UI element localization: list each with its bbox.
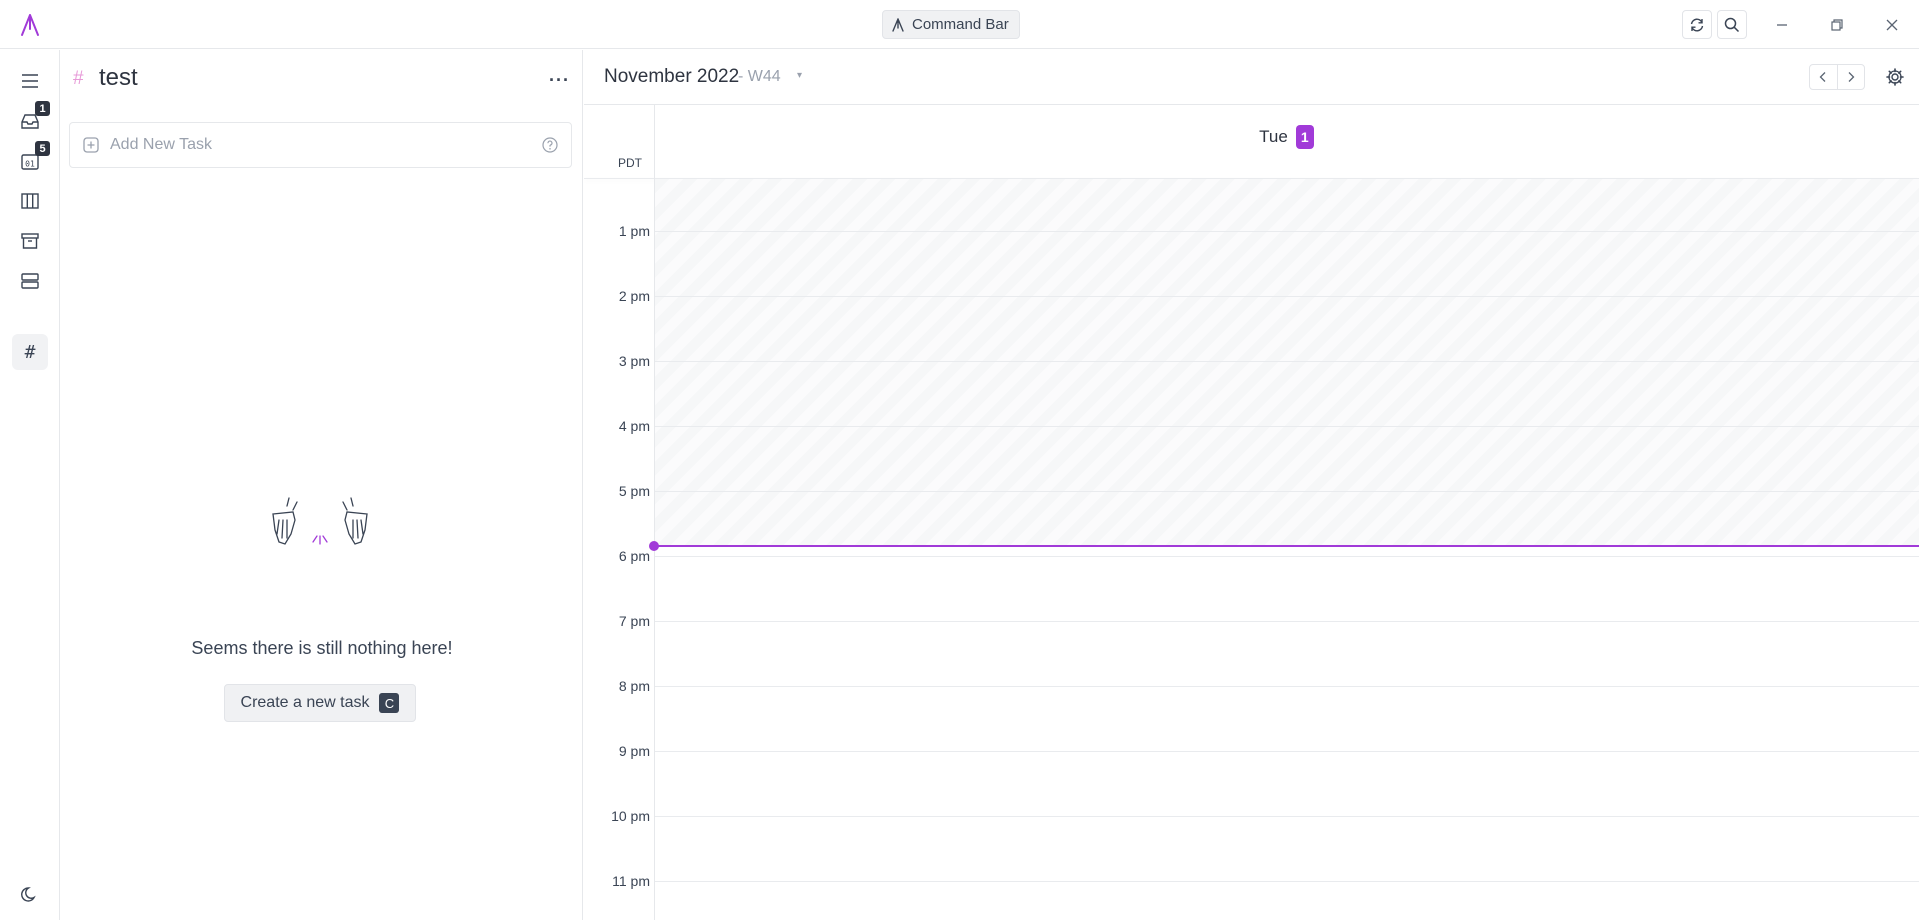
create-task-button[interactable]: Create a new task C (224, 684, 416, 722)
hour-line (655, 621, 1919, 622)
hour-label: 10 pm (611, 808, 650, 824)
empty-state-message: Seems there is still nothing here! (191, 638, 453, 658)
hour-line (655, 426, 1919, 427)
today-icon-text: 01 (25, 160, 35, 169)
hour-label: 6 pm (618, 548, 650, 564)
minimize-icon (1777, 23, 1787, 26)
hour-label: 9 pm (618, 743, 650, 759)
close-window-button[interactable] (1877, 10, 1907, 39)
more-options-button[interactable]: ··· (549, 70, 570, 91)
theme-toggle-button[interactable] (12, 876, 48, 912)
calendar-header: November 2022 - W44 ▾ (584, 50, 1919, 105)
command-bar-icon (892, 17, 904, 32)
current-time-dot (649, 541, 659, 551)
previous-day-button[interactable] (1810, 65, 1838, 89)
plus-square-icon (83, 137, 99, 153)
hour-line (655, 231, 1919, 232)
today-nav-item[interactable]: 01 5 (12, 141, 50, 179)
minimize-button[interactable] (1767, 10, 1797, 39)
hour-label: 3 pm (618, 353, 650, 369)
chevron-right-icon (1848, 72, 1855, 82)
day-name: Tue (1259, 127, 1288, 146)
calendar-week[interactable]: - W44 (738, 68, 781, 86)
gear-icon[interactable] (1884, 66, 1906, 88)
calendar-navigation (1809, 64, 1865, 90)
calendar-month[interactable]: November 2022 (604, 66, 739, 88)
hour-line (655, 686, 1919, 687)
search-button[interactable] (1717, 10, 1747, 39)
time-grid[interactable]: 1 pm 2 pm 3 pm 4 pm 5 pm 6 pm 7 pm 8 pm 9 pm 10 p… (584, 105, 1919, 920)
moon-icon (21, 887, 36, 902)
hour-line (655, 751, 1919, 752)
command-bar-label: Command Bar (912, 16, 1009, 33)
calendar-panel: November 2022 - W44 ▾ Tue 1 PDT 1 pm 2 p… (584, 50, 1919, 920)
archive-icon (21, 233, 39, 249)
hour-label: 1 pm (618, 223, 650, 239)
search-icon (1724, 17, 1740, 32)
list-header: # test ··· (61, 50, 582, 112)
hour-label: 8 pm (618, 678, 650, 694)
hour-line (655, 361, 1919, 362)
add-task-input[interactable] (110, 136, 541, 154)
hash-icon: # (24, 341, 36, 363)
help-circle-icon[interactable] (541, 136, 559, 154)
current-time-line (655, 545, 1919, 547)
list-hash-icon: # (73, 68, 84, 89)
chevron-left-icon (1819, 72, 1826, 82)
channel-nav-item[interactable]: # (12, 334, 48, 370)
next-day-button[interactable] (1838, 65, 1865, 89)
command-bar-button[interactable]: Command Bar (882, 10, 1020, 39)
hour-label: 5 pm (618, 483, 650, 499)
board-nav-item[interactable] (12, 183, 48, 219)
navigation-rail: 1 01 5 # (0, 50, 60, 920)
archive-nav-item[interactable] (12, 223, 48, 259)
today-count-badge: 5 (35, 141, 50, 156)
hamburger-icon (22, 74, 38, 88)
task-list-panel: # test ··· Seems there is still nothing … (61, 50, 583, 920)
hour-label: 2 pm (618, 288, 650, 304)
app-logo-icon[interactable] (17, 12, 43, 38)
hour-label: 7 pm (618, 613, 650, 629)
shortcut-key: C (379, 693, 400, 713)
create-task-label: Create a new task (240, 694, 370, 711)
restore-icon (1831, 18, 1843, 31)
inbox-count-badge: 1 (35, 101, 50, 116)
columns-icon (21, 193, 39, 209)
week-dropdown-caret[interactable]: ▾ (797, 70, 802, 81)
empty-hands-icon (272, 497, 368, 545)
hour-line (655, 556, 1919, 557)
day-header: Tue 1 (654, 106, 1919, 168)
refresh-icon (1690, 18, 1704, 31)
hour-line (655, 881, 1919, 882)
lists-nav-item[interactable] (12, 263, 48, 299)
hour-line (655, 491, 1919, 492)
timezone-label: PDT (618, 156, 642, 170)
title-bar: Command Bar (0, 0, 1919, 49)
sync-button[interactable] (1682, 10, 1712, 39)
day-number-badge: 1 (1295, 125, 1314, 149)
restore-button[interactable] (1822, 10, 1852, 39)
close-icon (1886, 19, 1898, 30)
menu-button[interactable] (12, 63, 48, 99)
hour-label: 4 pm (618, 418, 650, 434)
add-task-field[interactable] (69, 122, 572, 168)
hour-label: 11 pm (612, 873, 650, 889)
stack-icon (21, 273, 39, 289)
inbox-nav-item[interactable]: 1 (12, 101, 50, 139)
hour-line (655, 296, 1919, 297)
hour-line (655, 816, 1919, 817)
list-title: test (99, 64, 138, 91)
